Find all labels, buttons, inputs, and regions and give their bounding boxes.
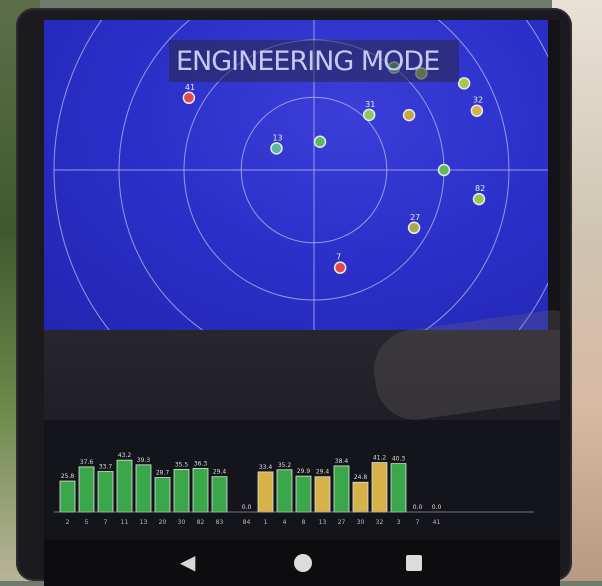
satellite-radar-panel: 31 32 41 13 27 82 7 ENGINEERING MODE: [44, 20, 548, 330]
satellite-marker: [313, 135, 327, 148]
satellite-dot: [407, 221, 421, 235]
bar-category-label: 83: [216, 519, 224, 526]
bar-category-label: 5: [85, 519, 89, 526]
bar-category-label: 7: [104, 519, 108, 526]
back-icon[interactable]: ◀: [180, 552, 195, 572]
satellite-marker: 32: [470, 96, 484, 117]
satellite-dot: [182, 91, 196, 105]
bar-category-label: 13: [140, 519, 148, 526]
signal-bar: [352, 481, 369, 513]
satellite-marker: 31: [362, 100, 376, 122]
satellite-dot: [333, 261, 347, 274]
satellite-label: 27: [410, 213, 420, 222]
satellite-label: 31: [365, 100, 375, 109]
bar-category-label: 41: [433, 519, 441, 526]
bar-value-label: 35.2: [278, 462, 292, 469]
signal-bar: [97, 471, 114, 513]
satellite-label: 13: [272, 133, 282, 142]
signal-bar: [333, 465, 350, 513]
signal-bar: [276, 469, 293, 513]
bar-value-label: 40.3: [392, 456, 406, 463]
bar-category-label: 8: [302, 519, 306, 526]
bar-value-label: 37.6: [80, 459, 94, 466]
satellite-marker: 41: [182, 83, 196, 105]
bar-category-label: 2: [66, 519, 70, 526]
satellite-marker: 82: [472, 184, 486, 206]
signal-bar: [135, 464, 152, 513]
satellite-marker: 13: [270, 133, 283, 155]
satellite-dot: [457, 77, 471, 90]
satellite-dot: [270, 142, 283, 155]
bar-value-label: 38.4: [335, 458, 349, 465]
signal-bar: [314, 476, 331, 513]
bar-value-label: 25.8: [61, 473, 75, 480]
signal-bar: [173, 469, 190, 513]
recents-icon[interactable]: [406, 555, 422, 571]
bar-category-label: 84: [243, 519, 251, 526]
bar-value-label: 29.4: [316, 469, 330, 476]
bar-category-label: 1: [264, 519, 268, 526]
satellite-label: 7: [336, 253, 341, 262]
bar-value-label: 43.2: [118, 452, 132, 459]
satellite-dot: [313, 135, 327, 148]
bar-value-label: 0.0: [242, 504, 252, 511]
bar-category-label: 30: [178, 519, 186, 526]
bar-value-label: 29.4: [213, 469, 227, 476]
phone-frame: 31 32 41 13 27 82 7 ENGINEERING MODE 25.8 2 37.6…: [16, 8, 572, 586]
bar-value-label: 29.9: [297, 468, 311, 475]
bar-category-label: 27: [338, 519, 346, 526]
satellite-label: 32: [473, 96, 483, 105]
signal-bar: [192, 468, 209, 513]
signal-bar: [154, 477, 171, 513]
bar-category-label: 20: [159, 519, 167, 526]
bar-value-label: 33.4: [259, 464, 273, 471]
bar-category-label: 3: [397, 519, 401, 526]
satellite-marker: 27: [407, 213, 421, 235]
bar-category-label: 4: [283, 519, 287, 526]
bar-category-label: 7: [416, 519, 420, 526]
satellite-dot: [472, 192, 486, 206]
signal-bar: [390, 463, 407, 513]
satellite-label: 82: [475, 184, 485, 193]
bar-value-label: 35.5: [175, 461, 189, 468]
bar-category-label: 30: [357, 519, 365, 526]
satellite-marker: [402, 108, 416, 122]
bar-value-label: 36.3: [194, 460, 208, 467]
satellite-dot: [362, 108, 376, 122]
signal-bar: [295, 475, 312, 513]
satellite-label: 41: [185, 83, 195, 92]
phone-screen: 31 32 41 13 27 82 7 ENGINEERING MODE 25.8 2 37.6…: [44, 20, 560, 586]
satellite-dot: [437, 163, 451, 177]
satellite-marker: 7: [333, 253, 347, 274]
signal-bar: [257, 471, 274, 513]
bar-value-label: 28.7: [156, 470, 170, 477]
navigation-bar: ◀: [44, 540, 560, 586]
satellite-marker: [457, 77, 471, 90]
signal-bars-svg: 25.8237.6533.7743.21139.31328.72035.5303…: [54, 452, 534, 526]
bar-value-label: 33.7: [99, 464, 113, 471]
bar-value-label: 24.8: [354, 474, 368, 481]
bar-value-label: 39.3: [137, 457, 151, 464]
bar-category-label: 13: [319, 519, 327, 526]
bar-value-label: 0.0: [413, 504, 423, 511]
satellite-dot: [470, 104, 484, 117]
signal-bar: [116, 459, 133, 513]
satellite-dot: [402, 108, 416, 122]
signal-bar: [59, 480, 76, 513]
signal-bar: [78, 466, 95, 513]
bar-category-label: 82: [197, 519, 205, 526]
signal-bar: [211, 476, 228, 513]
signal-bar: [371, 462, 388, 513]
bar-value-label: 0.0: [432, 504, 442, 511]
bar-value-label: 41.2: [373, 455, 387, 462]
bar-category-label: 11: [121, 519, 129, 526]
bar-category-label: 32: [376, 519, 384, 526]
signal-strength-chart: 25.8 2 37.6 5 33.7 7 43.2 11 39.3 13 28.7 20 35.5 30 3…: [44, 420, 560, 540]
page-title: ENGINEERING MODE: [176, 46, 440, 77]
satellite-marker: [437, 163, 451, 177]
home-icon[interactable]: [294, 554, 312, 572]
